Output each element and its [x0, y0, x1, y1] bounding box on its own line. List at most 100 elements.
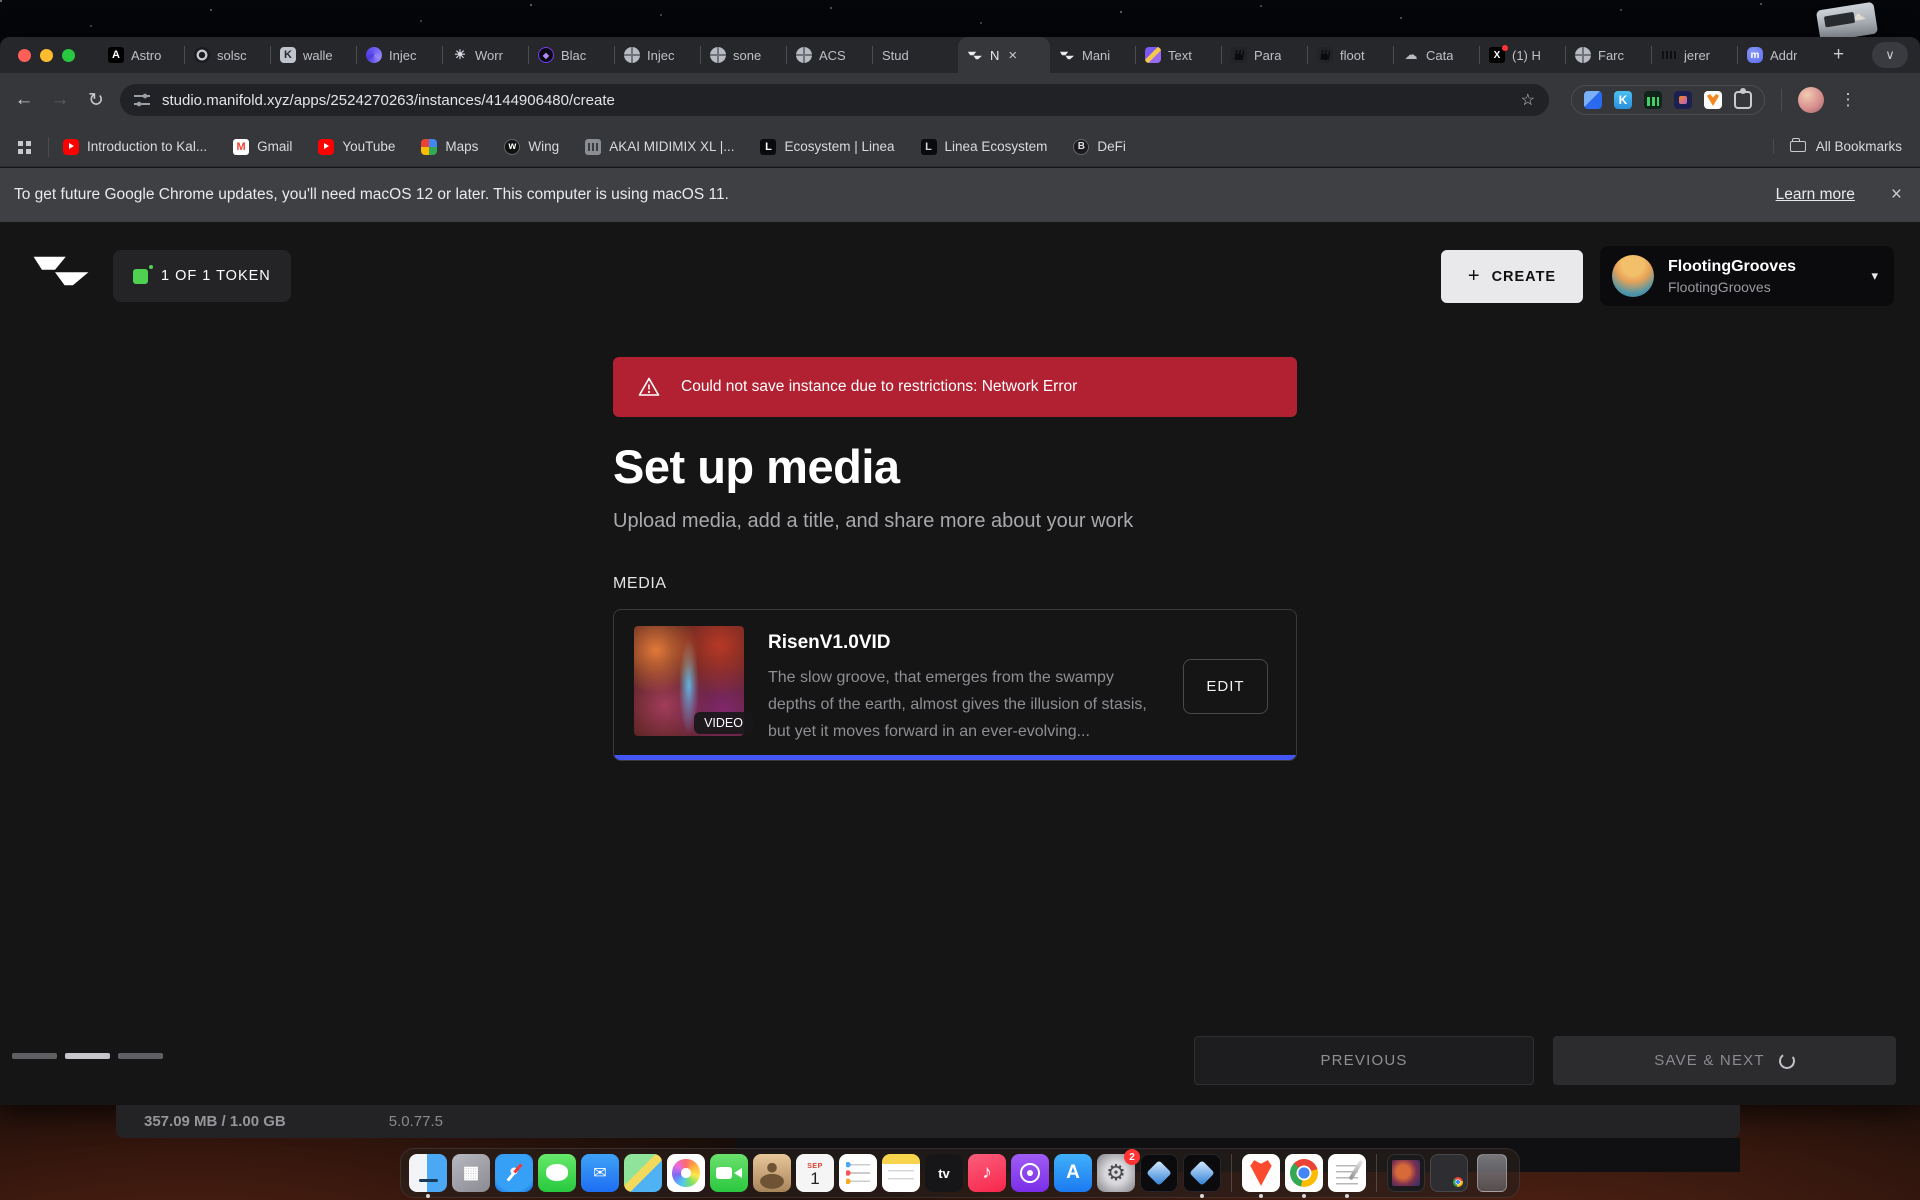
kaito-extension-icon[interactable]: [1614, 91, 1632, 109]
previous-button[interactable]: PREVIOUS: [1194, 1036, 1534, 1085]
reload-icon[interactable]: ↻: [78, 89, 114, 112]
dock-calendar[interactable]: SEP1: [796, 1154, 834, 1192]
tab-worr[interactable]: ☀Worr: [443, 37, 528, 73]
bookmark-gmail[interactable]: MGmail: [233, 139, 292, 155]
navy-extension-icon[interactable]: [1674, 91, 1692, 109]
wing-icon: w: [504, 139, 520, 155]
bookmark-wing[interactable]: wWing: [504, 139, 559, 155]
bookmark-introduction-to-kal[interactable]: Introduction to Kal...: [63, 139, 207, 155]
dock-finder[interactable]: [409, 1154, 447, 1192]
tab-stud[interactable]: Stud: [873, 37, 958, 73]
url-text[interactable]: studio.manifold.xyz/apps/2524270263/inst…: [162, 92, 615, 109]
pencil-extension-icon[interactable]: [1584, 91, 1602, 109]
dock-notes[interactable]: [882, 1154, 920, 1192]
brave-icon: [1242, 1154, 1280, 1192]
bookmark-label: Linea Ecosystem: [945, 139, 1048, 154]
dock-window-dark[interactable]: [1430, 1154, 1468, 1192]
tab-text[interactable]: Text: [1136, 37, 1221, 73]
dock-system-settings[interactable]: ⚙2: [1097, 1154, 1135, 1192]
create-button[interactable]: + CREATE: [1441, 250, 1583, 303]
close-window-button[interactable]: [18, 49, 31, 62]
tab-addr[interactable]: mAddr: [1738, 37, 1823, 73]
tab-sone[interactable]: sone: [701, 37, 786, 73]
tab-1-h[interactable]: X(1) H: [1480, 37, 1565, 73]
media-card[interactable]: VIDEO RisenV1.0VID The slow groove, that…: [613, 609, 1297, 761]
dock-brave[interactable]: [1242, 1154, 1280, 1192]
dock-trash[interactable]: [1473, 1154, 1511, 1192]
extensions-puzzle-icon[interactable]: [1734, 91, 1752, 109]
media-thumbnail[interactable]: VIDEO: [634, 626, 744, 736]
manifold-logo[interactable]: [30, 252, 92, 290]
tab-walle[interactable]: Kwalle: [271, 37, 356, 73]
bookmark-star-icon[interactable]: ☆: [1521, 90, 1535, 110]
tab-acs[interactable]: ACS: [787, 37, 872, 73]
minimize-window-button[interactable]: [40, 49, 53, 62]
dock-reminders[interactable]: [839, 1154, 877, 1192]
dock-podcasts[interactable]: [1011, 1154, 1049, 1192]
new-tab-button[interactable]: +: [1833, 44, 1844, 66]
account-menu[interactable]: FlootingGrooves FlootingGrooves ▾: [1600, 246, 1894, 306]
bookmark-akai-midimix-xl[interactable]: AKAI MIDIMIX XL |...: [585, 139, 734, 155]
chart-extension-icon[interactable]: [1644, 91, 1662, 109]
bookmark-linea-ecosystem[interactable]: LLinea Ecosystem: [921, 139, 1048, 155]
background-app-window[interactable]: 357.09 MB / 1.00 GB 5.0.77.5: [116, 1105, 1740, 1138]
edit-button[interactable]: EDIT: [1183, 659, 1268, 714]
zoom-window-button[interactable]: [62, 49, 75, 62]
profile-avatar[interactable]: [1798, 87, 1824, 113]
bookmark-youtube[interactable]: YouTube: [318, 139, 395, 155]
dock-uad-plugin-1[interactable]: [1140, 1154, 1178, 1192]
tab-jerer[interactable]: jerer: [1652, 37, 1737, 73]
dock-textedit[interactable]: [1328, 1154, 1366, 1192]
banner-close-icon[interactable]: ×: [1891, 184, 1902, 206]
dock-app-store[interactable]: A: [1054, 1154, 1092, 1192]
dock-photos[interactable]: [667, 1154, 705, 1192]
dock-facetime[interactable]: [710, 1154, 748, 1192]
account-avatar: [1612, 255, 1654, 297]
tab-solsc[interactable]: solsc: [185, 37, 270, 73]
address-bar[interactable]: studio.manifold.xyz/apps/2524270263/inst…: [120, 84, 1549, 116]
dock-uad-plugin-2[interactable]: [1183, 1154, 1221, 1192]
gmail-icon: M: [233, 139, 249, 155]
wizard-step-2: [65, 1053, 110, 1059]
apps-grid-icon[interactable]: [16, 139, 32, 155]
bookmark-ecosystem-linea[interactable]: LEcosystem | Linea: [760, 139, 894, 155]
wizard-progress: [12, 1053, 163, 1059]
learn-more-link[interactable]: Learn more: [1776, 186, 1855, 204]
tab-n[interactable]: N×: [958, 37, 1050, 73]
dock-window-video[interactable]: [1387, 1154, 1425, 1192]
dock-apple-tv[interactable]: tv: [925, 1154, 963, 1192]
tab-search-button[interactable]: ∨: [1872, 42, 1908, 68]
bookmark-defi[interactable]: BDeFi: [1073, 139, 1126, 155]
tab-floot[interactable]: floot: [1308, 37, 1393, 73]
dock-music[interactable]: ♪: [968, 1154, 1006, 1192]
dock-messages[interactable]: [538, 1154, 576, 1192]
tab-blac[interactable]: ◆Blac: [529, 37, 614, 73]
bookmark-maps[interactable]: Maps: [421, 139, 478, 155]
tab-farc[interactable]: Farc: [1566, 37, 1651, 73]
forward-icon[interactable]: →: [42, 89, 78, 111]
wallet-favicon: K: [280, 47, 296, 63]
tab-title: (1) H: [1512, 48, 1541, 63]
dock-maps[interactable]: [624, 1154, 662, 1192]
tab-injec[interactable]: Injec: [357, 37, 442, 73]
tab-astro[interactable]: AAstro: [99, 37, 184, 73]
tab-title: Mani: [1082, 48, 1110, 63]
site-settings-icon[interactable]: [134, 92, 150, 108]
save-next-button[interactable]: SAVE & NEXT: [1553, 1036, 1896, 1085]
dock-launchpad[interactable]: ▦: [452, 1154, 490, 1192]
back-icon[interactable]: ←: [6, 89, 42, 111]
manifold-studio-page: 1 OF 1 TOKEN + CREATE FlootingGrooves Fl…: [0, 222, 1920, 1105]
tab-cata[interactable]: ☁Cata: [1394, 37, 1479, 73]
chrome-menu-icon[interactable]: ⋮: [1838, 90, 1858, 110]
dock-mail[interactable]: ✉: [581, 1154, 619, 1192]
tab-injec[interactable]: Injec: [615, 37, 700, 73]
dock-chrome[interactable]: [1285, 1154, 1323, 1192]
tab-mani[interactable]: Mani: [1050, 37, 1135, 73]
dock-safari[interactable]: [495, 1154, 533, 1192]
close-tab-icon[interactable]: ×: [1008, 47, 1017, 64]
dock: ▦ ✉ SEP1 tv♪ A⚙2: [400, 1148, 1520, 1198]
all-bookmarks-button[interactable]: All Bookmarks: [1773, 139, 1902, 154]
tab-para[interactable]: Para: [1222, 37, 1307, 73]
metamask-extension-icon[interactable]: [1704, 91, 1722, 109]
dock-contacts[interactable]: [753, 1154, 791, 1192]
